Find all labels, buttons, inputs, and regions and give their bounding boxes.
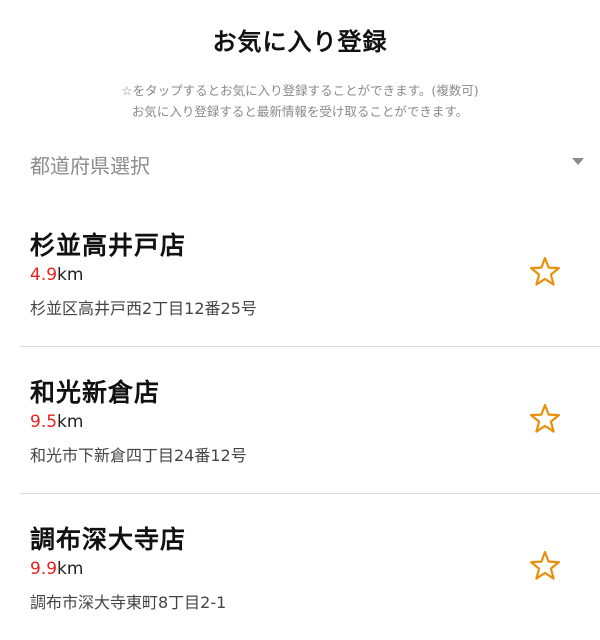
store-list: 杉並高井戸店 4.9km 杉並区高井戸西2丁目12番25号 和光新倉店 9.5k… [0,200,600,640]
instruction-line-2: お気に入り登録すると最新情報を受け取ることができます。 [131,104,469,119]
distance-unit: km [57,559,84,579]
store-distance: 9.9km [30,559,83,579]
distance-value: 9.5 [30,412,58,432]
favorite-registration-screen: お気に入り登録 ☆をタップするとお気に入り登録することができます。(複数可) お… [0,0,600,640]
store-item: 杉並高井戸店 4.9km 杉並区高井戸西2丁目12番25号 [20,200,600,347]
distance-value: 9.9 [30,559,58,579]
chevron-down-icon [572,158,584,165]
instruction-line-1: ☆をタップするとお気に入り登録することができます。(複数可) [121,83,479,98]
favorite-star-button[interactable] [528,255,562,289]
store-distance: 9.5km [30,412,83,432]
store-address: 和光市下新倉四丁目24番12号 [30,446,247,465]
distance-unit: km [57,265,84,285]
store-address: 調布市深大寺東町8丁目2-1 [30,593,227,612]
distance-unit: km [57,412,84,432]
store-name: 和光新倉店 [30,378,161,407]
star-outline-icon [529,550,560,580]
instruction-text: ☆をタップするとお気に入り登録することができます。(複数可) お気に入り登録する… [0,80,600,122]
store-name: 杉並高井戸店 [30,231,187,260]
favorite-star-button[interactable] [528,402,562,436]
prefecture-select-label: 都道府県選択 [30,154,150,178]
store-item: 調布深大寺店 9.9km 調布市深大寺東町8丁目2-1 [20,494,600,640]
favorite-star-button[interactable] [528,549,562,583]
prefecture-select[interactable]: 都道府県選択 [30,146,588,180]
star-outline-icon [529,256,560,286]
store-address: 杉並区高井戸西2丁目12番25号 [30,299,257,318]
page-title: お気に入り登録 [212,28,388,56]
store-name: 調布深大寺店 [30,525,187,554]
distance-value: 4.9 [30,265,58,285]
star-outline-icon [529,403,560,433]
store-distance: 4.9km [30,265,83,285]
store-item: 和光新倉店 9.5km 和光市下新倉四丁目24番12号 [20,347,600,494]
